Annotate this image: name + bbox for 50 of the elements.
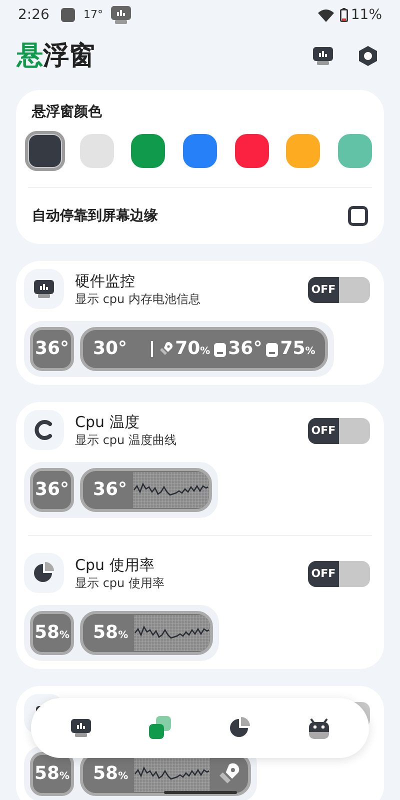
battery-icon [266,342,278,356]
checkbox[interactable] [348,206,368,226]
feature-title: Cpu 使用率 [75,555,156,575]
ring-icon [33,419,55,441]
widget-value: 58% [93,765,128,783]
widget-stat: 70% [175,340,210,358]
color-swatch[interactable] [234,134,269,168]
toggle-switch[interactable]: OFF [308,418,370,444]
monitor-icon [68,716,93,740]
auto-dock-label: 自动停靠到屏幕边缘 [32,206,159,226]
battery-icon [214,342,226,356]
feature-title: Cpu 温度 [75,412,140,432]
color-swatch[interactable] [131,134,166,168]
status-time: 2:26 [18,6,50,24]
widget-value: 36° [34,481,70,499]
pie-chart-icon [32,561,56,585]
section-title: 悬浮窗颜色 [30,102,103,122]
color-swatch[interactable] [80,134,114,168]
color-swatch[interactable] [25,131,65,171]
widget-value: 36° [34,340,70,358]
widget-value: 58% [93,624,128,642]
wifi-icon [318,8,334,22]
app-title: 悬浮窗 [17,40,95,72]
battery-level: 11% [350,6,382,24]
feature-subtitle: 显示 cpu 温度曲线 [75,432,178,449]
color-swatch[interactable] [338,134,372,168]
settings-icon [357,45,379,67]
feature-subtitle: 显示 cpu 使用率 [75,575,166,592]
toggle-switch[interactable]: OFF [308,561,370,587]
monitor-icon [311,44,335,68]
tag-icon [159,342,174,356]
notification-icon [61,8,76,22]
battery-icon [340,8,348,22]
color-swatch[interactable] [182,134,217,168]
layers-icon [147,715,174,741]
toggle-switch[interactable]: OFF [308,277,370,303]
widget-value: 58% [34,624,70,642]
widget-value: 30° [93,340,128,358]
pie-chart-icon [228,716,252,740]
monitor-icon [32,277,56,301]
widget-value: 58% [34,765,70,783]
widget-stat: 36° [228,340,262,358]
widget-stat: 75% [280,340,316,358]
tag-icon [218,763,240,785]
status-temperature: 17° [83,6,103,23]
widget-value: 36° [93,481,128,499]
feature-subtitle: 显示 cpu 内存电池信息 [75,291,202,308]
feature-title: 硬件监控 [75,271,136,291]
color-swatch[interactable] [286,134,320,168]
monitor-icon [108,3,133,27]
